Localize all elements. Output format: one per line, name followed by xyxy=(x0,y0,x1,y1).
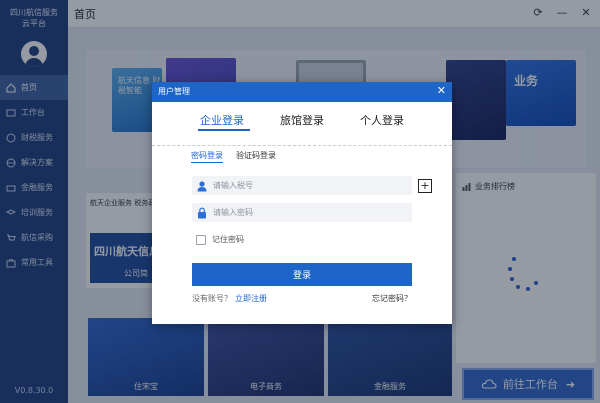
remember-password[interactable]: 记住密码 xyxy=(196,234,244,245)
no-account-text: 没有账号？ xyxy=(192,294,232,303)
forgot-password-link[interactable]: 忘记密码？ xyxy=(372,293,412,304)
tab-password-login[interactable]: 密码登录 xyxy=(191,150,223,161)
user-icon xyxy=(196,180,208,192)
active-subtab-underline xyxy=(191,162,223,163)
tab-hotel-login[interactable]: 旅馆登录 xyxy=(280,112,324,128)
dialog-title: 用户管理 xyxy=(158,87,190,96)
lock-icon xyxy=(196,207,208,219)
active-tab-underline xyxy=(198,129,250,131)
login-type-tabs: 企业登录 旅馆登录 个人登录 xyxy=(152,112,452,134)
dialog-close-icon[interactable]: ✕ xyxy=(437,84,446,97)
tab-enterprise-login[interactable]: 企业登录 xyxy=(200,112,244,128)
login-button[interactable]: 登录 xyxy=(192,263,412,286)
tax-id-field xyxy=(192,176,412,195)
divider xyxy=(152,145,452,146)
tax-id-input[interactable] xyxy=(213,181,403,190)
remember-password-checkbox[interactable] xyxy=(196,234,206,245)
password-field xyxy=(192,203,412,222)
remember-password-label: 记住密码 xyxy=(212,235,244,244)
tab-sms-code-login[interactable]: 验证码登录 xyxy=(236,150,276,161)
tab-personal-login[interactable]: 个人登录 xyxy=(360,112,404,128)
login-dialog: 用户管理 ✕ 企业登录 旅馆登录 个人登录 密码登录 验证码登录 + 记住密码 … xyxy=(152,82,452,324)
register-link[interactable]: 立即注册 xyxy=(235,294,267,303)
password-input[interactable] xyxy=(213,208,403,217)
dialog-header: 用户管理 ✕ xyxy=(152,82,452,102)
no-account-row: 没有账号？ 立即注册 xyxy=(192,293,267,304)
add-tax-id-button[interactable]: + xyxy=(418,179,432,193)
